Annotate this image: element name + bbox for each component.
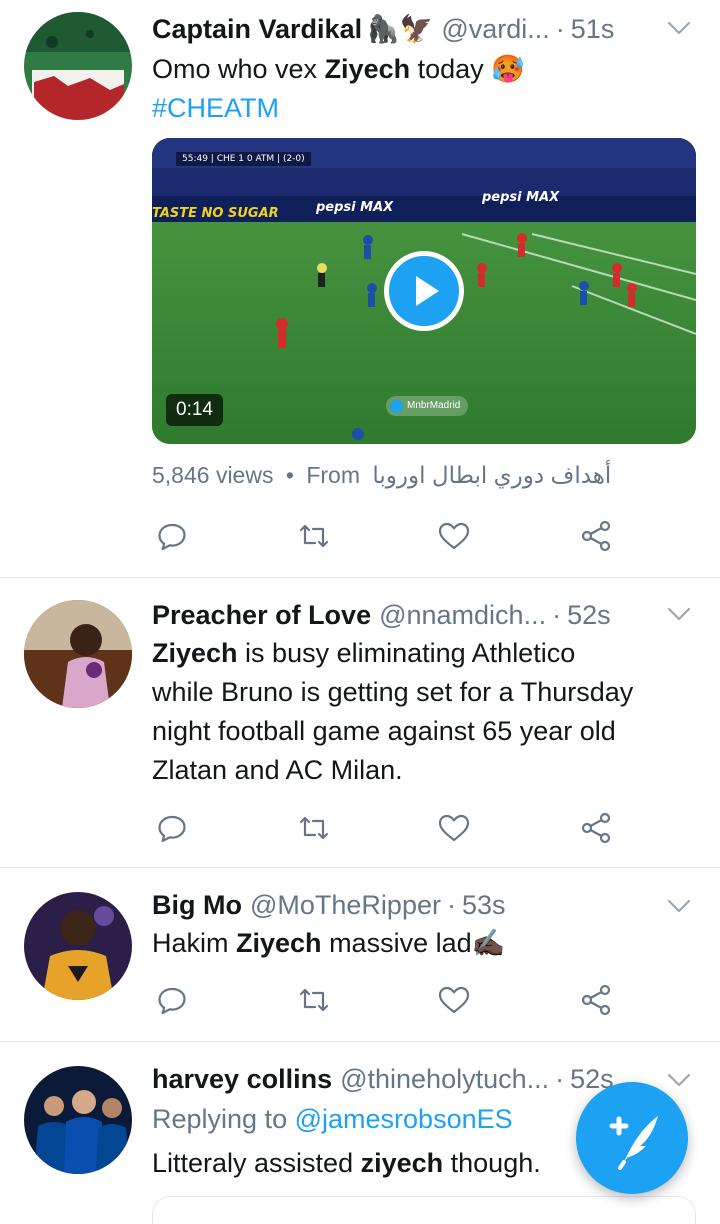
video-duration: 0:14 [166, 394, 223, 426]
video-watermark: MnbrMadrid [386, 396, 469, 416]
ad-board: pepsi MAX [482, 190, 560, 205]
bullet: • [285, 462, 294, 488]
like-icon[interactable] [436, 982, 472, 1018]
tweet-actions [152, 982, 622, 1018]
retweet-icon[interactable] [296, 518, 332, 554]
tweet[interactable]: Captain Vardikal 🦍🦅 @vardi... · 51s Omo … [0, 0, 720, 578]
reply-icon[interactable] [154, 518, 190, 554]
avatar[interactable] [24, 600, 132, 708]
avatar[interactable] [24, 892, 132, 1000]
separator: · [446, 889, 456, 920]
tweet-text: Ziyech is busy eliminating Athletico whi… [152, 634, 690, 790]
share-icon[interactable] [578, 518, 614, 554]
hashtag-link[interactable]: #CHEATM [152, 93, 279, 123]
compose-icon [609, 1116, 658, 1170]
timestamp[interactable]: 53s [462, 890, 506, 921]
reply-icon[interactable] [154, 982, 190, 1018]
video-views: 5,846 views • From أهداف دوري ابطال اورو… [152, 462, 611, 489]
tweet[interactable]: Big Mo @MoTheRipper · 53s Hakim Ziyech m… [0, 868, 720, 1042]
handle[interactable]: @nnamdich... [379, 600, 546, 631]
twitter-bird-icon [390, 399, 403, 413]
chevron-down-icon[interactable] [666, 604, 692, 624]
display-name[interactable]: Big Mo [152, 890, 242, 921]
timestamp[interactable]: 51s [571, 14, 615, 45]
retweet-icon[interactable] [296, 810, 332, 846]
handle[interactable]: @vardi... [441, 14, 549, 45]
ad-board: TASTE NO SUGAR [152, 206, 279, 221]
tweet-actions [152, 810, 622, 846]
handle[interactable]: @MoTheRipper [250, 890, 441, 921]
bold-text: Ziyech [324, 54, 411, 84]
tweet-actions [152, 518, 622, 554]
tweet-text: Hakim Ziyech massive lad✍🏿 [152, 924, 690, 963]
separator: · [552, 599, 562, 630]
play-icon [416, 276, 439, 306]
from-label: From [306, 462, 360, 488]
watermark-text: MnbrMadrid [407, 400, 461, 411]
text-line: while Bruno is getting set for a Thursda… [152, 677, 634, 707]
scoreboard: 55:49 | CHE 1 0 ATM | (2-0) [176, 152, 311, 166]
view-count: 5,846 views [152, 462, 274, 488]
handle[interactable]: @thineholytuch... [340, 1064, 549, 1095]
tweet-header: Big Mo @MoTheRipper · 53s [152, 888, 700, 922]
display-name[interactable]: Captain Vardikal [152, 14, 362, 45]
text-segment: today 🥵 [410, 54, 525, 84]
timestamp[interactable]: 52s [567, 600, 611, 631]
separator: · [555, 1063, 565, 1094]
video-player[interactable]: 55:49 | CHE 1 0 ATM | (2-0) TASTE NO SUG… [152, 138, 696, 444]
reply-to-link[interactable]: @jamesrobsonES [295, 1104, 513, 1134]
text-segment: Omo who vex [152, 54, 325, 84]
separator: · [555, 13, 565, 44]
compose-tweet-button[interactable] [576, 1082, 688, 1194]
name-emoji: 🦍🦅 [366, 14, 434, 44]
ad-board: pepsi MAX [316, 200, 394, 215]
source-link[interactable]: أهداف دوري ابطال اوروبا [372, 462, 611, 488]
text-segment: Litteraly assisted [152, 1148, 361, 1178]
share-icon[interactable] [578, 810, 614, 846]
like-icon[interactable] [436, 518, 472, 554]
display-name[interactable]: Preacher of Love [152, 600, 371, 631]
avatar[interactable] [24, 1066, 132, 1174]
tweet-text: Omo who vex Ziyech today 🥵 #CHEATM [152, 50, 690, 128]
bold-text: Ziyech [236, 928, 322, 958]
like-icon[interactable] [436, 810, 472, 846]
chevron-down-icon[interactable] [666, 18, 692, 38]
play-button[interactable] [384, 251, 464, 331]
tweet-header: Preacher of Love @nnamdich... · 52s [152, 598, 700, 632]
text-line: night football game against 65 year old [152, 716, 616, 746]
tweet-header: Captain Vardikal 🦍🦅 @vardi... · 51s [152, 12, 700, 46]
share-icon[interactable] [578, 982, 614, 1018]
reply-icon[interactable] [154, 810, 190, 846]
text-segment: massive lad✍🏿 [321, 928, 506, 958]
bold-text: Ziyech [152, 638, 238, 668]
text-segment: Hakim [152, 928, 237, 958]
bold-text: ziyech [360, 1148, 444, 1178]
quoted-tweet-card[interactable] [152, 1196, 696, 1224]
replying-to-label: Replying to [152, 1104, 288, 1134]
chevron-down-icon[interactable] [666, 896, 692, 916]
display-name[interactable]: harvey collins [152, 1064, 332, 1095]
text-segment: though. [443, 1148, 541, 1178]
text-line: is busy eliminating Athletico [237, 638, 576, 668]
avatar[interactable] [24, 12, 132, 120]
retweet-icon[interactable] [296, 982, 332, 1018]
tweet[interactable]: Preacher of Love @nnamdich... · 52s Ziye… [0, 578, 720, 868]
text-line: Zlatan and AC Milan. [152, 755, 403, 785]
